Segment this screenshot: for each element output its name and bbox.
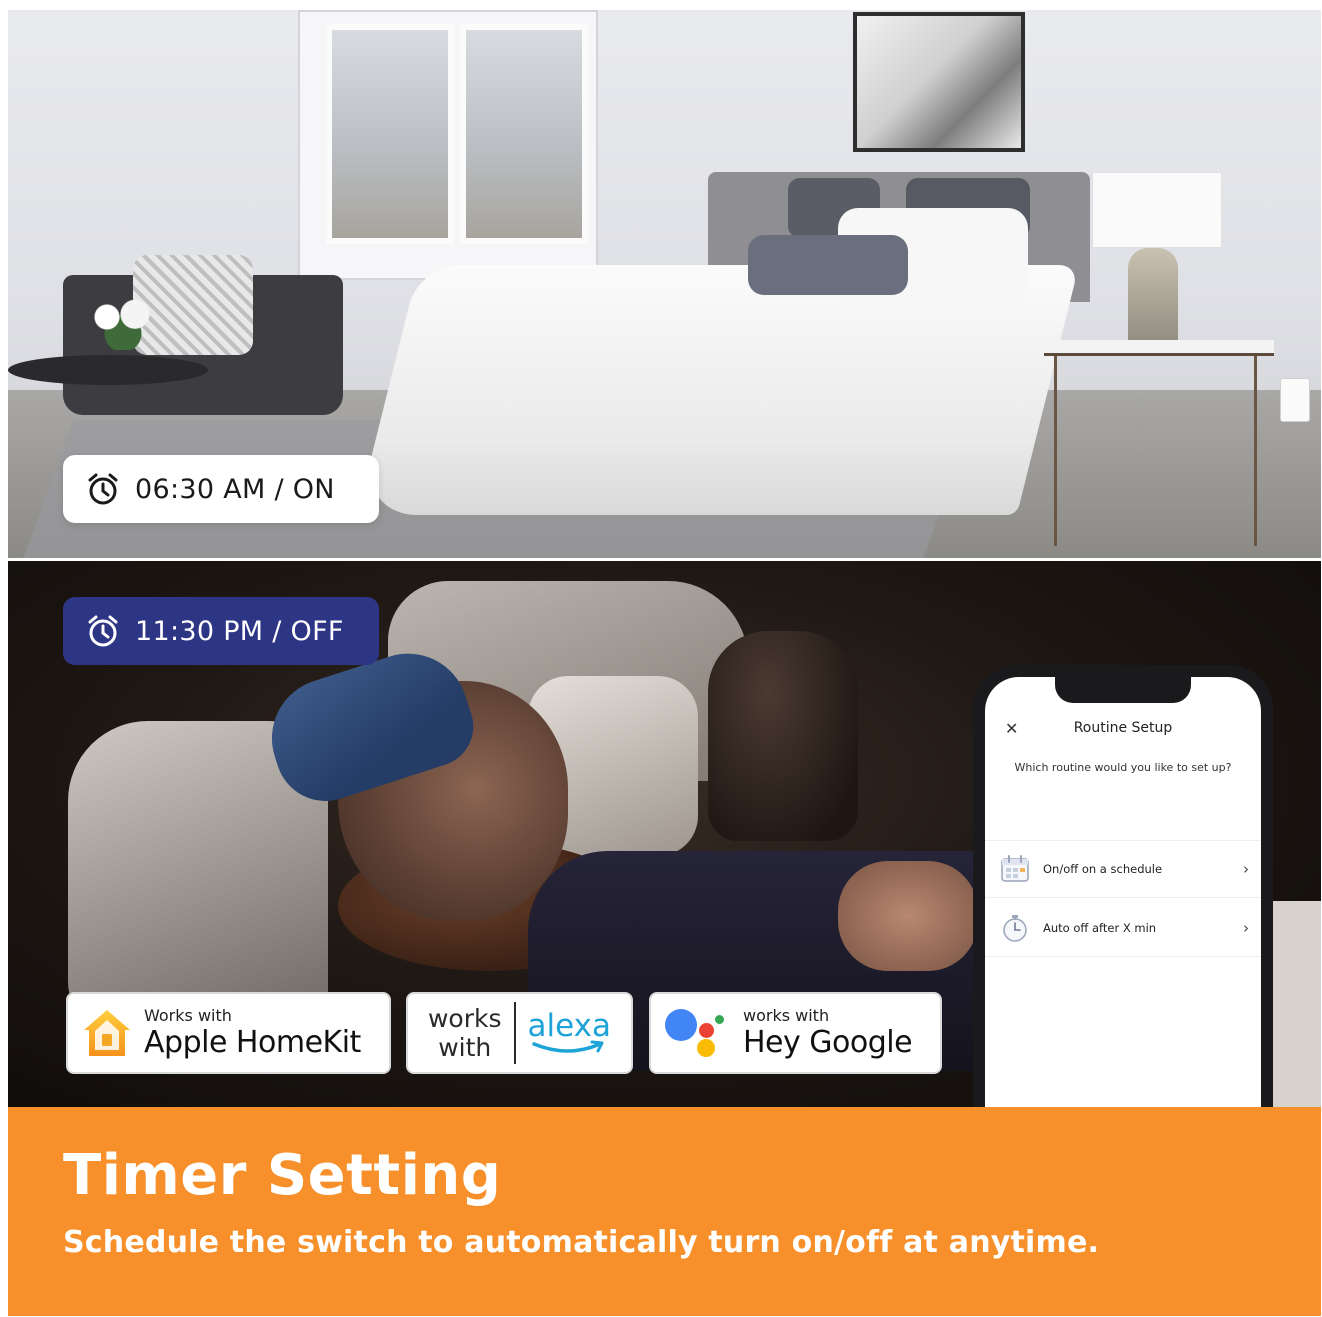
alexa-logo: alexa: [527, 1007, 611, 1056]
on-time-label: 06:30 AM / ON: [135, 473, 335, 505]
routine-setup-title: Routine Setup: [1073, 720, 1173, 736]
hand: [838, 861, 978, 971]
pillow: [748, 235, 908, 295]
lamp-shade: [1092, 172, 1222, 248]
feature-title: Timer Setting: [63, 1143, 502, 1208]
alexa-brand-text: alexa: [527, 1007, 611, 1044]
diffuser: [708, 631, 858, 841]
google-big-text: Hey Google: [743, 1025, 913, 1060]
calendar-icon: [1001, 855, 1029, 882]
phone-notch: [1055, 677, 1191, 703]
lamp-base: [1128, 248, 1178, 348]
google-text: works with Hey Google: [743, 1006, 913, 1060]
side-table: [8, 355, 208, 385]
window: [298, 10, 598, 280]
routine-question: Which routine would you like to set up?: [1014, 761, 1232, 774]
alexa-works-text: works: [427, 1004, 502, 1033]
homekit-text: Works with Apple HomeKit: [144, 1008, 361, 1058]
nightstand-leg: [1054, 356, 1057, 546]
product-image: 06:30 AM / ON 11:30 PM / OFF Works with …: [8, 10, 1321, 1316]
flower-vase: [83, 295, 163, 350]
alarm-clock-icon: [88, 615, 118, 647]
chevron-right-icon: ›: [1243, 860, 1249, 878]
routine-option-schedule[interactable]: On/off on a schedule ›: [985, 840, 1261, 898]
bedroom-day-photo: 06:30 AM / ON: [8, 10, 1321, 558]
window-pane: [326, 24, 454, 244]
nightstand: [1044, 340, 1274, 356]
amazon-alexa-badge: works with alexa: [406, 992, 633, 1074]
smartphone: ✕ Routine Setup Which routine would you …: [973, 665, 1273, 1135]
feature-subtitle: Schedule the switch to automatically tur…: [63, 1225, 1100, 1260]
routine-label: Auto off after X min: [1043, 920, 1157, 935]
routine-label: On/off on a schedule: [1043, 862, 1163, 876]
on-time-badge: 06:30 AM / ON: [63, 455, 379, 523]
home-icon: [84, 1010, 130, 1056]
alexa-with-text: with: [438, 1033, 492, 1062]
off-time-badge: 11:30 PM / OFF: [63, 597, 379, 665]
homekit-small-text: Works with: [144, 1006, 232, 1025]
window-pane: [460, 24, 588, 244]
stopwatch-icon: [1003, 914, 1027, 942]
routine-option-auto-off[interactable]: Auto off after X min ›: [985, 899, 1261, 957]
divider: [513, 1002, 516, 1064]
sheep-artwork: [853, 12, 1025, 152]
wall-outlet: [1280, 378, 1310, 422]
hey-google-badge: works with Hey Google: [649, 992, 942, 1074]
phone-screen: ✕ Routine Setup Which routine would you …: [985, 677, 1261, 1135]
alarm-clock-icon: [88, 473, 118, 505]
google-assistant-icon: [663, 1005, 725, 1061]
alexa-works-with: works with: [428, 1004, 502, 1062]
feature-banner: Timer Setting Schedule the switch to aut…: [8, 1107, 1321, 1316]
apple-homekit-badge: Works with Apple HomeKit: [66, 992, 391, 1074]
homekit-big-text: Apple HomeKit: [144, 1025, 361, 1060]
chevron-right-icon: ›: [1243, 918, 1249, 937]
google-small-text: works with: [743, 1006, 830, 1025]
alexa-smile-icon: [532, 1040, 604, 1053]
nightstand-leg: [1254, 356, 1257, 546]
off-time-label: 11:30 PM / OFF: [135, 615, 344, 647]
